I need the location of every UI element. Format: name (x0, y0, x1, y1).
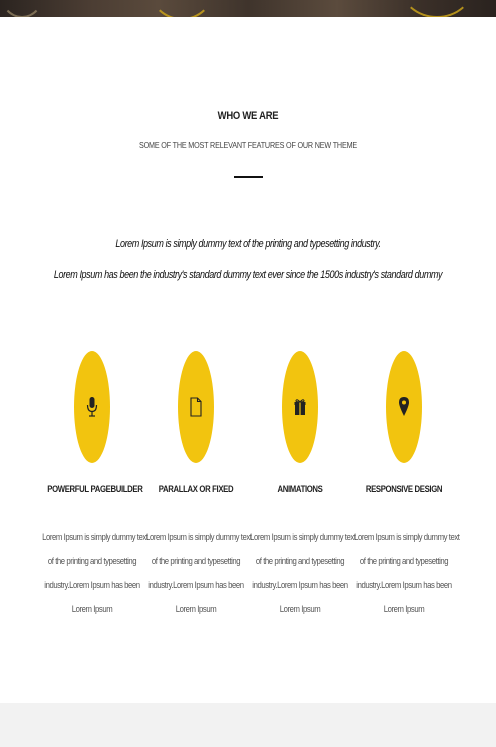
microphone-icon (86, 397, 98, 417)
hero-decor-arc (400, 0, 474, 17)
intro-text-line-1: Lorem Ipsum is simply dummy text of the … (115, 238, 381, 250)
feature-desc-line: Lorem Ipsum (175, 604, 217, 614)
feature-icon-circle (178, 351, 214, 463)
feature-description: Lorem Ipsum is simply dummy text of the … (138, 525, 254, 621)
feature-desc-line: Lorem Ipsum is simply dummy text (146, 532, 252, 542)
footer-band (0, 703, 496, 747)
feature-icon-circle (386, 351, 422, 463)
feature-desc-line: Lorem Ipsum is simply dummy text (42, 532, 148, 542)
feature-title: RESPONSIVE DESIGN (365, 484, 443, 494)
feature-desc-line: of the printing and typesetting (255, 556, 345, 566)
intro-text-line-2: Lorem Ipsum has been the industry's stan… (53, 269, 443, 281)
feature-desc-line: industry.Lorem Ipsum has been (356, 580, 452, 590)
feature-title: ANIMATIONS (277, 484, 323, 494)
feature-desc-line: Lorem Ipsum is simply dummy text (354, 532, 460, 542)
page: WHO WE ARE SOME OF THE MOST RELEVANT FEA… (0, 0, 496, 747)
feature-desc-line: industry.Lorem Ipsum has been (252, 580, 348, 590)
feature-desc-line: of the printing and typesetting (47, 556, 137, 566)
feature-description: Lorem Ipsum is simply dummy text of the … (346, 525, 462, 621)
gift-icon (294, 399, 306, 415)
feature-title: POWERFUL PAGEBUILDER (47, 484, 143, 494)
feature-desc-line: of the printing and typesetting (359, 556, 449, 566)
feature-icon-circle (74, 351, 110, 463)
hero-decor-arc (0, 0, 44, 17)
hero-image-strip (0, 0, 496, 17)
feature-desc-line: industry.Lorem Ipsum has been (44, 580, 140, 590)
feature-icon-circle (282, 351, 318, 463)
feature-desc-line: industry.Lorem Ipsum has been (148, 580, 244, 590)
feature-desc-line: of the printing and typesetting (151, 556, 241, 566)
feature-desc-line: Lorem Ipsum is simply dummy text (250, 532, 356, 542)
hero-decor-arc (150, 0, 214, 17)
feature-description: Lorem Ipsum is simply dummy text of the … (242, 525, 358, 621)
document-icon (190, 397, 202, 417)
feature-description: Lorem Ipsum is simply dummy text of the … (34, 525, 150, 621)
feature-desc-line: Lorem Ipsum (279, 604, 321, 614)
section-subtitle: SOME OF THE MOST RELEVANT FEATURES OF OU… (138, 141, 358, 150)
feature-title: PARALLAX OR FIXED (158, 484, 234, 494)
feature-desc-line: Lorem Ipsum (71, 604, 113, 614)
section-title: WHO WE ARE (217, 110, 279, 122)
title-divider (234, 176, 263, 178)
map-pin-icon (399, 397, 409, 416)
feature-desc-line: Lorem Ipsum (383, 604, 425, 614)
